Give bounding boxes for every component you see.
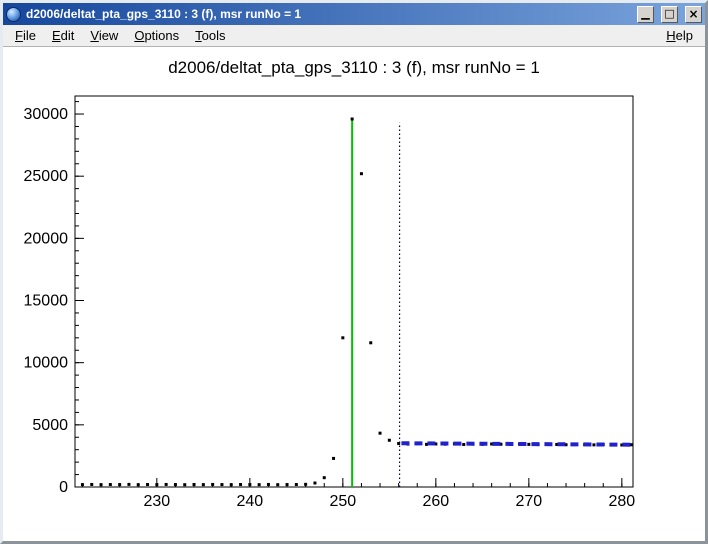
- app-window: d2006/deltat_pta_gps_3110 : 3 (f), msr r…: [0, 0, 708, 544]
- app-icon[interactable]: [6, 7, 21, 22]
- svg-text:230: 230: [143, 493, 170, 510]
- svg-text:260: 260: [422, 493, 449, 510]
- svg-text:15000: 15000: [24, 293, 69, 310]
- svg-text:30000: 30000: [24, 106, 69, 123]
- data-points: [81, 118, 633, 487]
- menubar: FileEditViewOptionsTools Help: [3, 25, 705, 47]
- x-axis: 230 240 250 260 270 280: [82, 478, 635, 510]
- close-button[interactable]: ×: [685, 6, 702, 23]
- svg-text:25000: 25000: [24, 168, 69, 185]
- svg-text:20000: 20000: [24, 230, 69, 247]
- plot-frame: [75, 96, 633, 487]
- menu-item-edit[interactable]: Edit: [44, 26, 82, 45]
- plot-svg[interactable]: 230 240 250 260 270 280 0 5000 10000 15000 20000 25…: [3, 47, 705, 541]
- minimize-button[interactable]: ▁: [637, 6, 654, 23]
- menu-item-file[interactable]: File: [7, 26, 44, 45]
- svg-text:10000: 10000: [24, 355, 69, 372]
- window-title: d2006/deltat_pta_gps_3110 : 3 (f), msr r…: [26, 7, 630, 21]
- menu-item-help[interactable]: Help: [658, 26, 701, 45]
- svg-text:240: 240: [236, 493, 263, 510]
- svg-text:0: 0: [59, 479, 68, 496]
- svg-text:270: 270: [515, 493, 542, 510]
- menubar-right: Help: [658, 26, 701, 45]
- maximize-button[interactable]: □: [661, 6, 678, 23]
- plot-area: d2006/deltat_pta_gps_3110 : 3 (f), msr r…: [3, 47, 705, 541]
- svg-text:5000: 5000: [32, 417, 68, 434]
- menu-item-tools[interactable]: Tools: [187, 26, 233, 45]
- titlebar[interactable]: d2006/deltat_pta_gps_3110 : 3 (f), msr r…: [3, 3, 705, 25]
- svg-text:280: 280: [608, 493, 635, 510]
- menu-item-view[interactable]: View: [82, 26, 126, 45]
- menubar-left: FileEditViewOptionsTools: [7, 26, 234, 45]
- menu-item-options[interactable]: Options: [126, 26, 187, 45]
- svg-text:250: 250: [329, 493, 356, 510]
